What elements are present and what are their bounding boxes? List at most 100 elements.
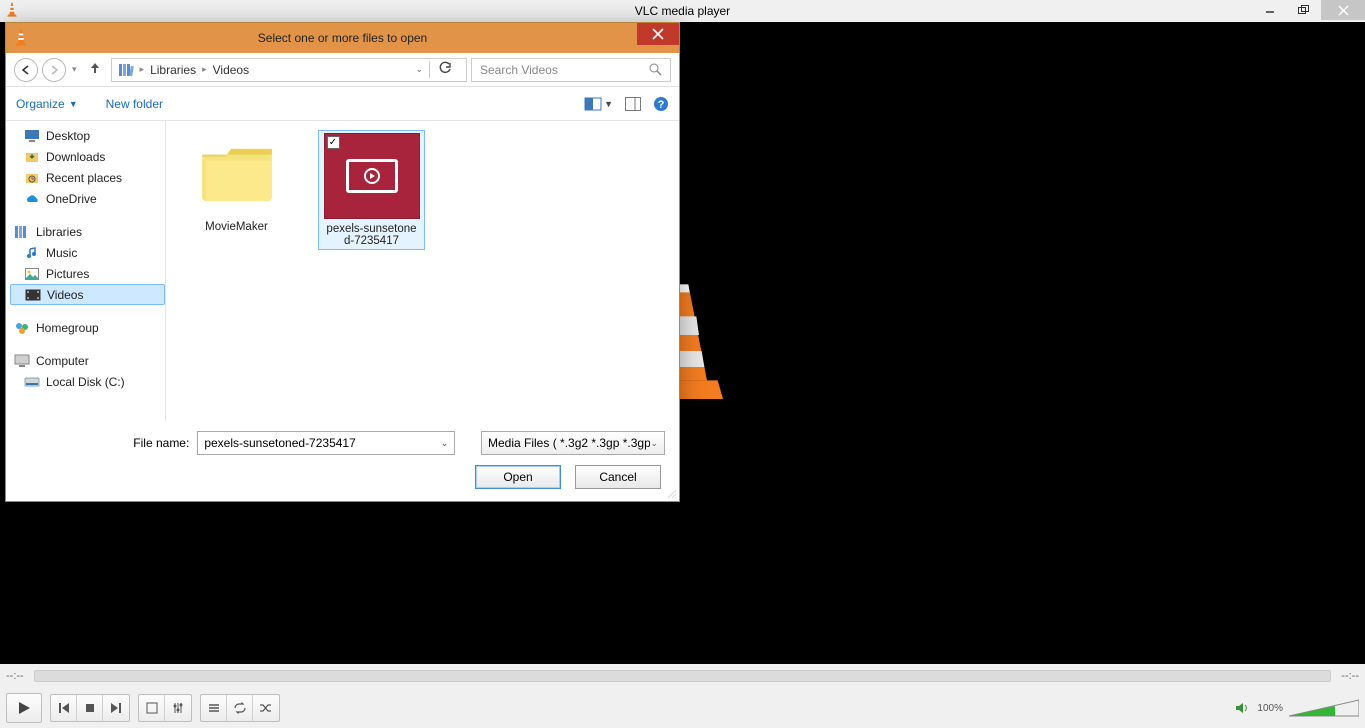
address-bar[interactable]: ▸ Libraries ▸ Videos ⌄ bbox=[111, 58, 467, 82]
search-icon bbox=[649, 63, 662, 76]
playlist-group bbox=[200, 694, 280, 722]
seek-bar-row: --:-- --:-- bbox=[0, 664, 1365, 688]
chevron-down-icon: ⌄ bbox=[650, 438, 658, 449]
file-label-line1: pexels-sunsetone bbox=[326, 223, 416, 235]
downloads-icon bbox=[24, 149, 40, 165]
nav-forward-button[interactable] bbox=[42, 58, 66, 82]
seek-track[interactable] bbox=[34, 670, 1332, 682]
breadcrumb-root[interactable]: Libraries bbox=[150, 63, 196, 77]
stop-button[interactable] bbox=[77, 695, 103, 721]
preview-pane-button[interactable] bbox=[625, 97, 641, 111]
tree-recent-places[interactable]: Recent places bbox=[10, 167, 165, 188]
organize-button[interactable]: Organize ▼ bbox=[16, 97, 78, 111]
video-thumb-icon: ✓ bbox=[324, 133, 420, 219]
volume-area: 100% bbox=[1235, 698, 1359, 718]
filename-input[interactable]: pexels-sunsetoned-7235417 ⌄ bbox=[197, 431, 455, 455]
nav-up-button[interactable] bbox=[83, 61, 107, 78]
tree-homegroup[interactable]: Homegroup bbox=[10, 317, 165, 338]
time-total: --:-- bbox=[1341, 670, 1359, 682]
volume-slider[interactable] bbox=[1289, 698, 1359, 718]
nav-history-dropdown[interactable]: ▾ bbox=[70, 64, 79, 75]
onedrive-icon bbox=[24, 191, 40, 207]
close-button[interactable] bbox=[1321, 0, 1365, 20]
tree-pictures[interactable]: Pictures bbox=[10, 263, 165, 284]
vlc-title: VLC media player bbox=[0, 4, 1365, 18]
tree-downloads[interactable]: Downloads bbox=[10, 146, 165, 167]
nav-tree[interactable]: Desktop Downloads Recent places OneDrive… bbox=[6, 121, 166, 421]
maximize-button[interactable] bbox=[1287, 0, 1321, 20]
dialog-toolbar: Organize ▼ New folder ▼ ? bbox=[6, 87, 679, 121]
open-file-dialog: Select one or more files to open ▾ ▸ Lib… bbox=[5, 22, 680, 502]
libraries-icon bbox=[14, 224, 30, 240]
filename-value: pexels-sunsetoned-7235417 bbox=[204, 436, 355, 450]
search-placeholder: Search Videos bbox=[480, 63, 558, 77]
new-folder-button[interactable]: New folder bbox=[106, 97, 163, 111]
folder-icon bbox=[198, 143, 276, 205]
volume-percent: 100% bbox=[1257, 703, 1283, 714]
time-elapsed: --:-- bbox=[6, 670, 24, 682]
minimize-button[interactable] bbox=[1253, 0, 1287, 20]
speaker-icon[interactable] bbox=[1235, 701, 1251, 715]
file-label-line2: d-7235417 bbox=[344, 235, 399, 247]
videos-icon bbox=[25, 287, 41, 303]
breadcrumb-current[interactable]: Videos bbox=[213, 63, 249, 77]
ext-settings-button[interactable] bbox=[165, 695, 191, 721]
prev-button[interactable] bbox=[51, 695, 77, 721]
file-selected-checkbox[interactable]: ✓ bbox=[327, 136, 340, 149]
folder-label: MovieMaker bbox=[205, 221, 268, 233]
music-icon bbox=[24, 245, 40, 261]
dialog-nav-row: ▾ ▸ Libraries ▸ Videos ⌄ Search Videos bbox=[6, 53, 679, 87]
computer-icon bbox=[14, 353, 30, 369]
dialog-close-button[interactable] bbox=[637, 23, 679, 45]
tree-computer[interactable]: Computer bbox=[10, 350, 165, 371]
organize-label: Organize bbox=[16, 97, 65, 111]
controls-bar: 100% bbox=[0, 688, 1365, 728]
tree-libraries[interactable]: Libraries bbox=[10, 221, 165, 242]
filetype-value: Media Files ( *.3g2 *.3gp *.3gp2 bbox=[488, 436, 650, 450]
breadcrumb-sep-icon[interactable]: ▸ bbox=[198, 64, 211, 75]
chevron-down-icon: ⌄ bbox=[441, 438, 449, 449]
open-button[interactable]: Open bbox=[475, 465, 561, 489]
tree-videos[interactable]: Videos bbox=[10, 284, 165, 305]
breadcrumb-sep-icon[interactable]: ▸ bbox=[136, 64, 149, 75]
file-pexels-video[interactable]: ✓ pexels-sunsetone d-7235417 bbox=[319, 131, 424, 249]
chevron-down-icon: ▼ bbox=[604, 99, 613, 109]
next-button[interactable] bbox=[103, 695, 129, 721]
play-button[interactable] bbox=[7, 694, 41, 722]
shuffle-button[interactable] bbox=[253, 695, 279, 721]
file-list[interactable]: MovieMaker ✓ pexels-sunsetone d-7235417 bbox=[166, 121, 679, 421]
help-button[interactable]: ? bbox=[653, 96, 669, 112]
search-input[interactable]: Search Videos bbox=[471, 58, 671, 82]
chevron-down-icon: ▼ bbox=[69, 99, 78, 109]
dialog-titlebar: Select one or more files to open bbox=[6, 23, 679, 53]
tree-desktop[interactable]: Desktop bbox=[10, 125, 165, 146]
view-mode-button[interactable]: ▼ bbox=[584, 97, 613, 111]
desktop-icon bbox=[24, 128, 40, 144]
window-buttons bbox=[1253, 0, 1365, 20]
cancel-button[interactable]: Cancel bbox=[575, 465, 661, 489]
filename-label: File name: bbox=[20, 436, 189, 450]
tree-music[interactable]: Music bbox=[10, 242, 165, 263]
view-group bbox=[138, 694, 192, 722]
disk-icon bbox=[24, 374, 40, 390]
recent-icon bbox=[24, 170, 40, 186]
address-dropdown[interactable]: ⌄ bbox=[411, 64, 427, 75]
skip-group bbox=[50, 694, 130, 722]
refresh-button[interactable] bbox=[429, 61, 460, 78]
playlist-button[interactable] bbox=[201, 695, 227, 721]
dialog-footer: File name: pexels-sunsetoned-7235417 ⌄ M… bbox=[6, 421, 679, 501]
vlc-titlebar: VLC media player bbox=[0, 0, 1365, 22]
tree-local-disk-c[interactable]: Local Disk (C:) bbox=[10, 371, 165, 392]
resize-grip[interactable] bbox=[665, 487, 677, 499]
nav-back-button[interactable] bbox=[14, 58, 38, 82]
tree-onedrive[interactable]: OneDrive bbox=[10, 188, 165, 209]
libraries-icon bbox=[118, 62, 134, 78]
folder-moviemaker[interactable]: MovieMaker bbox=[184, 131, 289, 233]
filetype-select[interactable]: Media Files ( *.3g2 *.3gp *.3gp2 ⌄ bbox=[481, 431, 665, 455]
dialog-body: Desktop Downloads Recent places OneDrive… bbox=[6, 121, 679, 421]
loop-button[interactable] bbox=[227, 695, 253, 721]
homegroup-icon bbox=[14, 320, 30, 336]
svg-text:?: ? bbox=[658, 99, 665, 111]
fullscreen-button[interactable] bbox=[139, 695, 165, 721]
play-group bbox=[6, 693, 42, 723]
